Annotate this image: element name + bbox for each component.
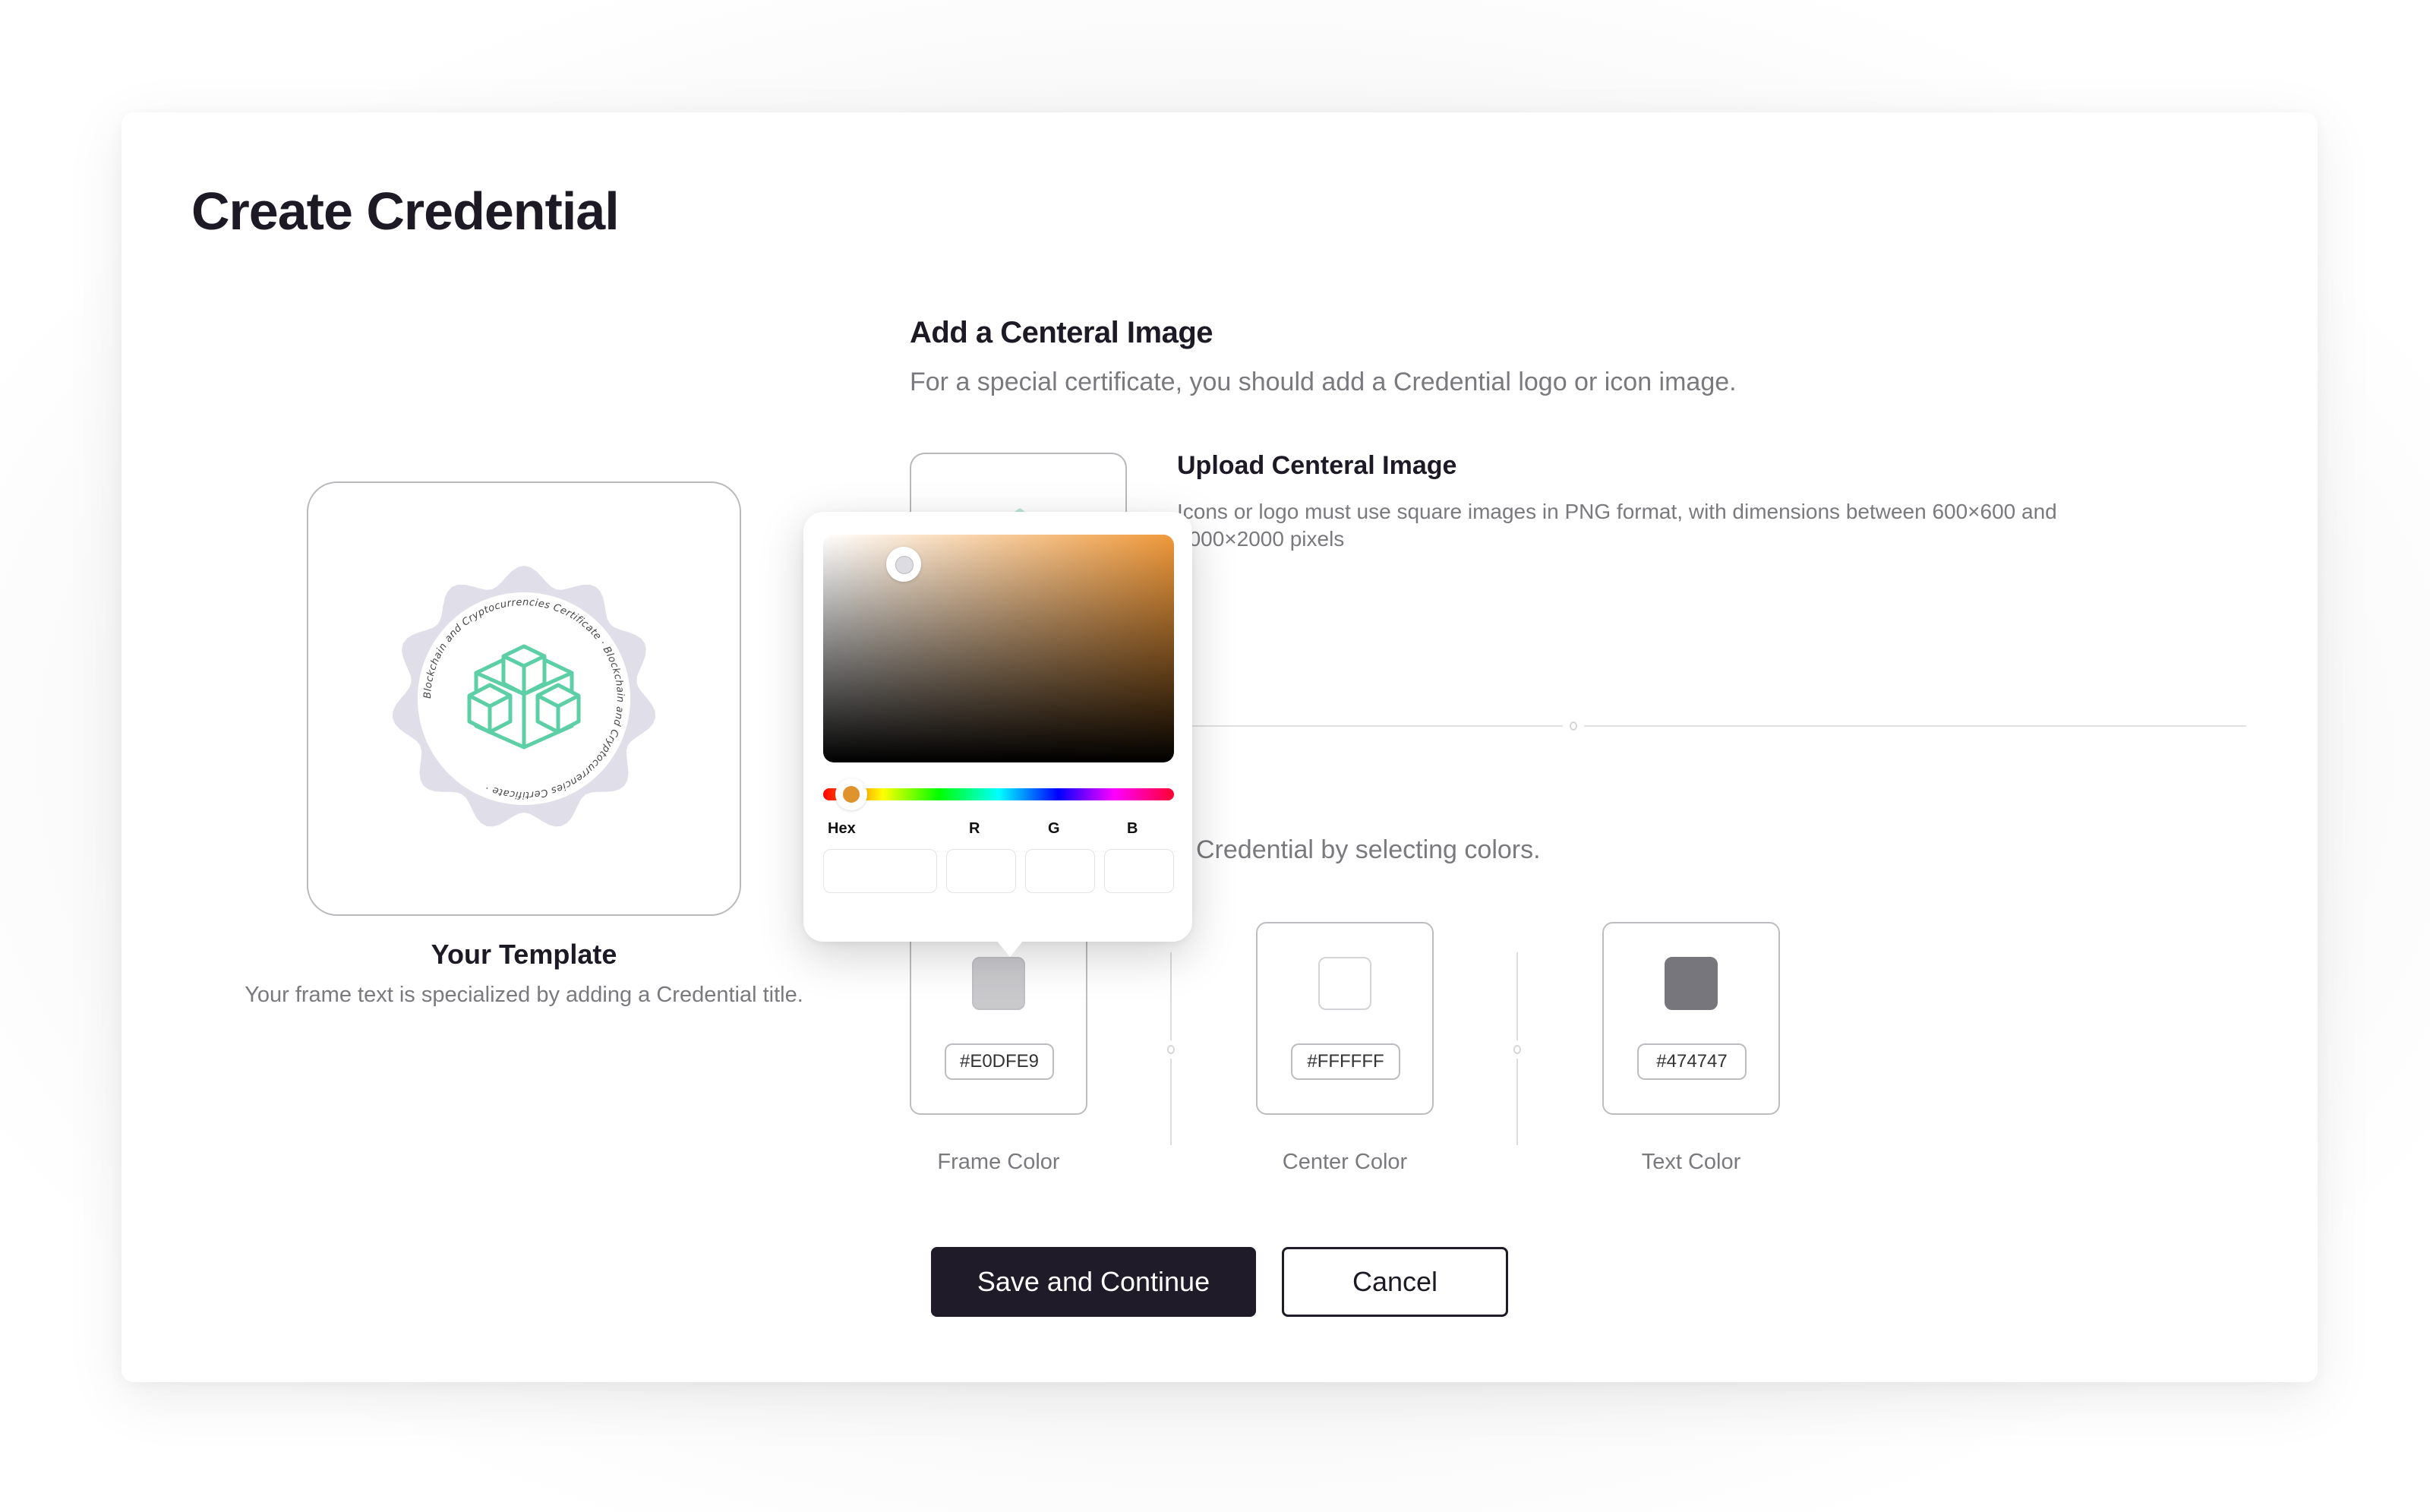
saturation-value-area[interactable] [823,535,1174,762]
credential-badge: Blockchain and Cryptocurrencies Certific… [392,566,656,827]
color-picker-popover: Hex R G B [803,512,1192,957]
color-separator [1167,952,1175,1145]
text-color-hex-field[interactable]: #474747 [1637,1043,1747,1080]
hex-input[interactable] [823,849,937,893]
r-label: R [969,820,980,837]
center-color-swatch[interactable] [1318,957,1371,1010]
text-color-label: Text Color [1641,1150,1741,1174]
g-label: G [1048,820,1060,837]
upload-image-description: Icons or logo must use square images in … [1177,500,2057,551]
center-color-label: Center Color [1282,1150,1408,1174]
hex-label: Hex [828,820,856,837]
frame-color-swatch[interactable] [972,957,1025,1010]
separator-line [1170,1059,1172,1145]
save-and-continue-button[interactable]: Save and Continue [931,1247,1256,1317]
divider-dot [1570,721,1577,731]
template-description: Your frame text is specialized by adding… [245,983,803,1007]
b-input[interactable] [1104,849,1174,893]
color-separator [1513,952,1521,1145]
popover-arrow [996,940,1024,957]
b-label: B [1127,820,1138,837]
cancel-button[interactable]: Cancel [1282,1247,1508,1317]
page-title: Create Credential [191,182,620,241]
saturation-value-handle[interactable] [886,547,922,582]
central-image-section-title: Add a Centeral Image [910,316,1213,349]
template-preview: Blockchain and Cryptocurrencies Certific… [307,481,741,916]
hue-slider-handle[interactable] [835,778,867,810]
frame-color-hex-field[interactable]: #E0DFE9 [945,1043,1054,1080]
divider-line [1584,725,2246,727]
r-input[interactable] [946,849,1016,893]
frame-color-label: Frame Color [937,1150,1060,1174]
center-color-hex-field[interactable]: #FFFFFF [1291,1043,1400,1080]
template-title: Your Template [431,939,617,970]
text-color-card[interactable]: #474747 [1602,922,1780,1115]
text-color-swatch[interactable] [1665,957,1718,1010]
upload-image-title: Upload Centeral Image [1177,451,1457,480]
separator-dot [1513,1045,1521,1054]
hue-slider[interactable] [823,778,1174,810]
center-color-card[interactable]: #FFFFFF [1256,922,1434,1115]
central-image-section-description: For a special certificate, you should ad… [910,368,1737,396]
g-input[interactable] [1025,849,1095,893]
separator-dot [1167,1045,1175,1054]
separator-line [1170,952,1172,1040]
separator-line [1516,1059,1518,1145]
separator-line [1516,952,1518,1040]
colors-section-description: Credential by selecting colors. [1196,835,1541,864]
